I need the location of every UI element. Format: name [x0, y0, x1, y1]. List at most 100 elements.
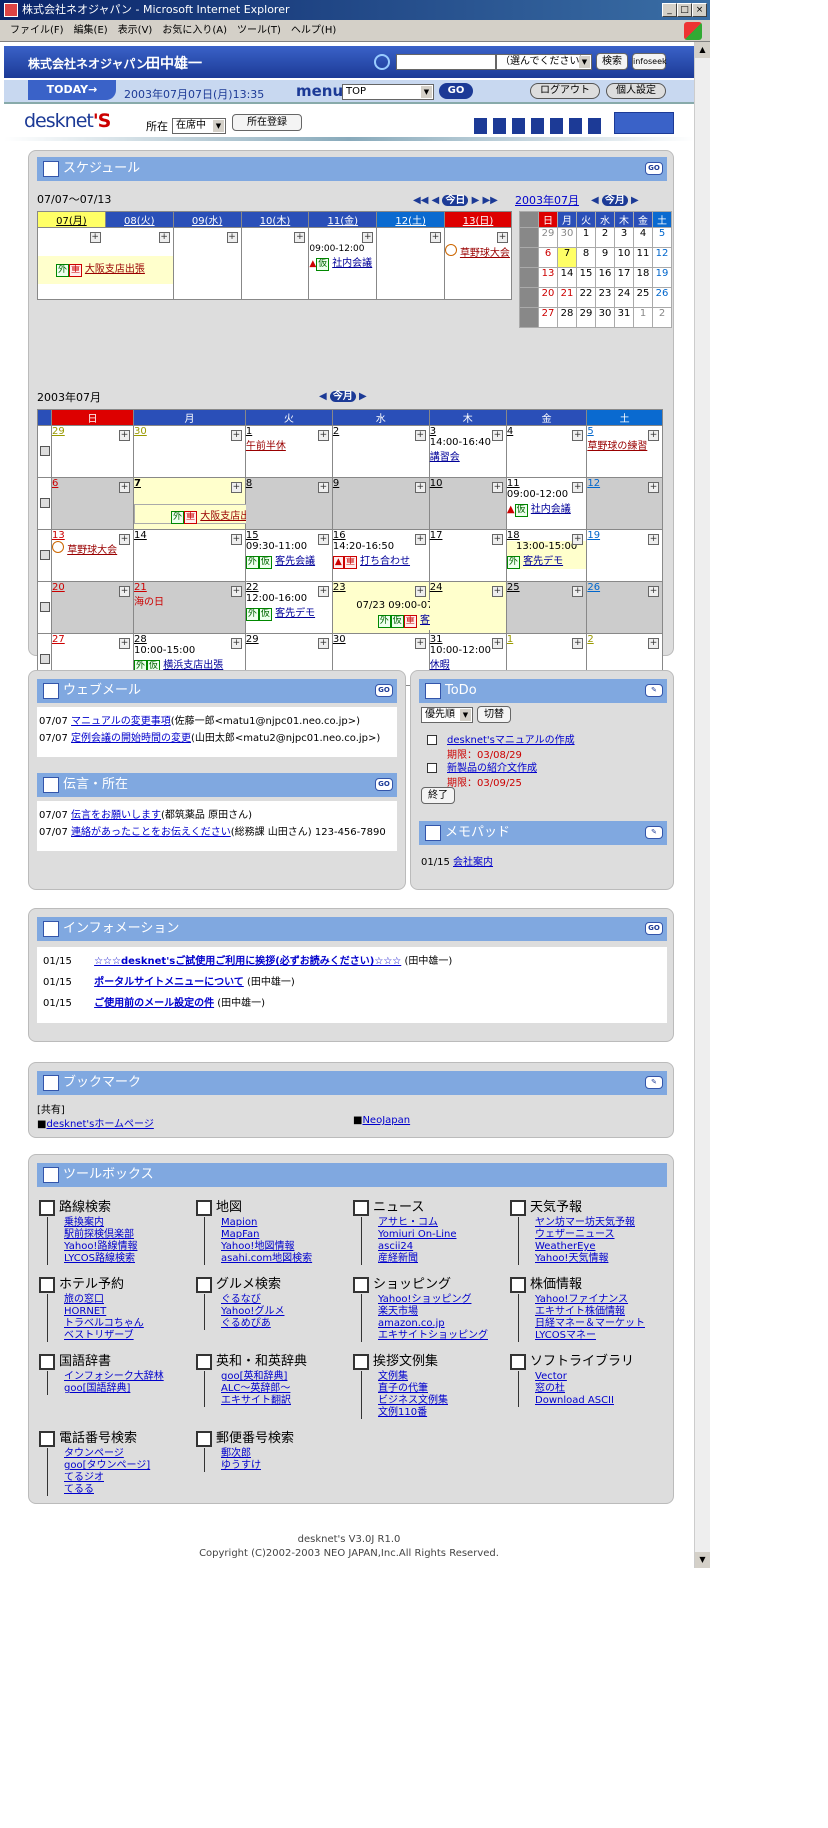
- toolbox-link[interactable]: てるる: [47, 1484, 189, 1496]
- toolbox-link[interactable]: Download ASCII: [518, 1395, 660, 1407]
- toolbox-link[interactable]: goo[タウンページ]: [47, 1460, 189, 1472]
- toolbox-link[interactable]: Yahoo!グルメ: [204, 1306, 346, 1318]
- todo-item[interactable]: desknet'sマニュアルの作成 期限：03/08/29: [423, 731, 663, 761]
- toolbox-link[interactable]: WeatherEye: [518, 1241, 660, 1253]
- add-icon[interactable]: ✎: [645, 826, 663, 839]
- go-icon[interactable]: GO: [375, 778, 393, 791]
- personal-settings-button[interactable]: 個人設定: [606, 83, 666, 99]
- list-item[interactable]: 07/07 連絡があったことをお伝えください(総務課 山田さん) 123-456…: [39, 824, 395, 841]
- toolbox-link[interactable]: 楽天市場: [361, 1306, 503, 1318]
- menu-help[interactable]: ヘルプ(H): [291, 25, 336, 36]
- scroll-down-icon[interactable]: ▼: [695, 1552, 710, 1568]
- memo-item[interactable]: 01/15 会社案内: [421, 853, 493, 868]
- logout-button[interactable]: ログアウト: [530, 83, 600, 99]
- toolbox-link[interactable]: Yomiuri On-Line: [361, 1229, 503, 1241]
- week-day-header[interactable]: 10(木): [240, 211, 310, 228]
- go-icon[interactable]: GO: [645, 162, 663, 175]
- toolbox-link[interactable]: goo[英和辞典]: [204, 1371, 346, 1383]
- toolbox-link[interactable]: ぐるなび: [204, 1294, 346, 1306]
- todo-done-button[interactable]: 終了: [421, 787, 455, 804]
- close-button[interactable]: ×: [692, 3, 707, 17]
- month-nav[interactable]: ◀ 今月 ▶: [319, 387, 367, 402]
- toolbox-link[interactable]: Vector: [518, 1371, 660, 1383]
- week-day-header[interactable]: 11(金): [308, 211, 378, 228]
- menu-favorites[interactable]: お気に入り(A): [162, 25, 227, 36]
- toolbox-link[interactable]: Yahoo!地図情報: [204, 1241, 346, 1253]
- toolbox-link[interactable]: ぐるめぴあ: [204, 1318, 346, 1330]
- search-engine-select[interactable]: （選んでください）: [496, 54, 592, 70]
- toolbox-link[interactable]: ウェザーニュース: [518, 1229, 660, 1241]
- toolbox-link[interactable]: MapFan: [204, 1229, 346, 1241]
- vertical-scrollbar[interactable]: ▲ ▼: [694, 42, 710, 1568]
- go-icon[interactable]: GO: [375, 684, 393, 697]
- toolbox-link[interactable]: ビジネス文例集: [361, 1395, 503, 1407]
- toolbox-link[interactable]: てるジオ: [47, 1472, 189, 1484]
- todo-item[interactable]: 新製品の紹介文作成 期限：03/09/25: [423, 759, 663, 789]
- toolbox-link[interactable]: ascii24: [361, 1241, 503, 1253]
- toolbox-link[interactable]: LYCOS路線検索: [47, 1253, 189, 1265]
- list-item[interactable]: 07/07 伝言をお願いします(都筑薬品 原田さん): [39, 807, 395, 824]
- maximize-button[interactable]: □: [677, 3, 692, 17]
- add-icon[interactable]: ✎: [645, 684, 663, 697]
- toolbox-link[interactable]: 日経マネー＆マーケット: [518, 1318, 660, 1330]
- toolbox-link[interactable]: エキサイト株価情報: [518, 1306, 660, 1318]
- osaka-trip-event[interactable]: 外重 大阪支店出張: [38, 256, 173, 284]
- week-day-header[interactable]: 09(水): [172, 211, 242, 228]
- week-nav[interactable]: ◀◀ ◀ 今日 ▶ ▶▶: [413, 191, 498, 206]
- toolbox-link[interactable]: 産経新聞: [361, 1253, 503, 1265]
- toolbox-link[interactable]: 旅の窓口: [47, 1294, 189, 1306]
- function-icons[interactable]: [474, 118, 604, 134]
- toolbox-link[interactable]: 直子の代筆: [361, 1383, 503, 1395]
- toolbox-link[interactable]: 郵次郎: [204, 1448, 346, 1460]
- week-cell[interactable]: +: [240, 227, 310, 300]
- menu-view[interactable]: 表示(V): [118, 25, 153, 36]
- add-icon[interactable]: ✎: [645, 1076, 663, 1089]
- todo-switch-button[interactable]: 切替: [477, 706, 511, 723]
- week-cell[interactable]: +09:00-12:00 ▲ 仮 社内会議: [308, 227, 378, 300]
- toolbox-link[interactable]: LYCOSマネー: [518, 1330, 660, 1342]
- week-day-header[interactable]: 13(日): [444, 211, 512, 228]
- toolbox-link[interactable]: asahi.com地図検索: [204, 1253, 346, 1265]
- list-item[interactable]: 07/07 定例会議の開始時間の変更(山田太郎<matu2@njpc01.neo…: [39, 730, 395, 747]
- toolbox-link[interactable]: goo[国語辞典]: [47, 1383, 189, 1395]
- toolbox-link[interactable]: Yahoo!ファイナンス: [518, 1294, 660, 1306]
- toolbox-link[interactable]: 窓の杜: [518, 1383, 660, 1395]
- minimize-button[interactable]: _: [662, 3, 677, 17]
- go-button[interactable]: GO: [439, 83, 473, 99]
- week-day-header[interactable]: 12(土): [376, 211, 446, 228]
- scroll-up-icon[interactable]: ▲: [695, 42, 710, 58]
- todo-checkbox[interactable]: [427, 763, 437, 773]
- mini-month-nav[interactable]: ◀ 今月 ▶: [591, 191, 639, 206]
- toolbox-link[interactable]: 乗換案内: [47, 1217, 189, 1229]
- infoseek-button[interactable]: infoseek: [632, 53, 667, 70]
- list-item[interactable]: 01/15 ☆☆☆desknet'sご試使用ご利用に挨拶(必ずお読みください)☆…: [43, 953, 661, 974]
- toolbox-link[interactable]: Yahoo!ショッピング: [361, 1294, 503, 1306]
- user-menu-icon[interactable]: [614, 112, 674, 134]
- list-item[interactable]: 01/15 ご使用前のメール設定の件 (田中雄一): [43, 995, 661, 1016]
- menu-select[interactable]: TOP: [342, 84, 434, 100]
- list-item[interactable]: 07/07 マニュアルの変更事項(佐藤一郎<matu1@njpc01.neo.c…: [39, 713, 395, 730]
- mini-month-link[interactable]: 2003年07月: [515, 192, 579, 208]
- toolbox-link[interactable]: ゆうすけ: [204, 1460, 346, 1472]
- toolbox-link[interactable]: アサヒ・コム: [361, 1217, 503, 1229]
- search-input[interactable]: [396, 54, 496, 70]
- week-cell[interactable]: + 草野球大会: [444, 227, 512, 300]
- go-icon[interactable]: GO: [645, 922, 663, 935]
- list-item[interactable]: 01/15 ポータルサイトメニューについて (田中雄一): [43, 974, 661, 995]
- week-cell[interactable]: +: [172, 227, 242, 300]
- week-day-header[interactable]: 07(月): [37, 211, 106, 228]
- bookmark-item[interactable]: ■desknet'sホームページ: [37, 1115, 154, 1130]
- toolbox-link[interactable]: 文例集: [361, 1371, 503, 1383]
- menu-edit[interactable]: 編集(E): [74, 25, 108, 36]
- todo-checkbox[interactable]: [427, 735, 437, 745]
- toolbox-link[interactable]: ALC〜英辞郎〜: [204, 1383, 346, 1395]
- toolbox-link[interactable]: amazon.co.jp: [361, 1318, 503, 1330]
- menu-tools[interactable]: ツール(T): [237, 25, 281, 36]
- toolbox-link[interactable]: Yahoo!路線情報: [47, 1241, 189, 1253]
- menu-file[interactable]: ファイル(F): [10, 25, 64, 36]
- toolbox-link[interactable]: HORNET: [47, 1306, 189, 1318]
- location-select[interactable]: 在席中: [172, 118, 226, 134]
- location-register-button[interactable]: 所在登録: [232, 114, 302, 131]
- toolbox-link[interactable]: タウンページ: [47, 1448, 189, 1460]
- toolbox-link[interactable]: Mapion: [204, 1217, 346, 1229]
